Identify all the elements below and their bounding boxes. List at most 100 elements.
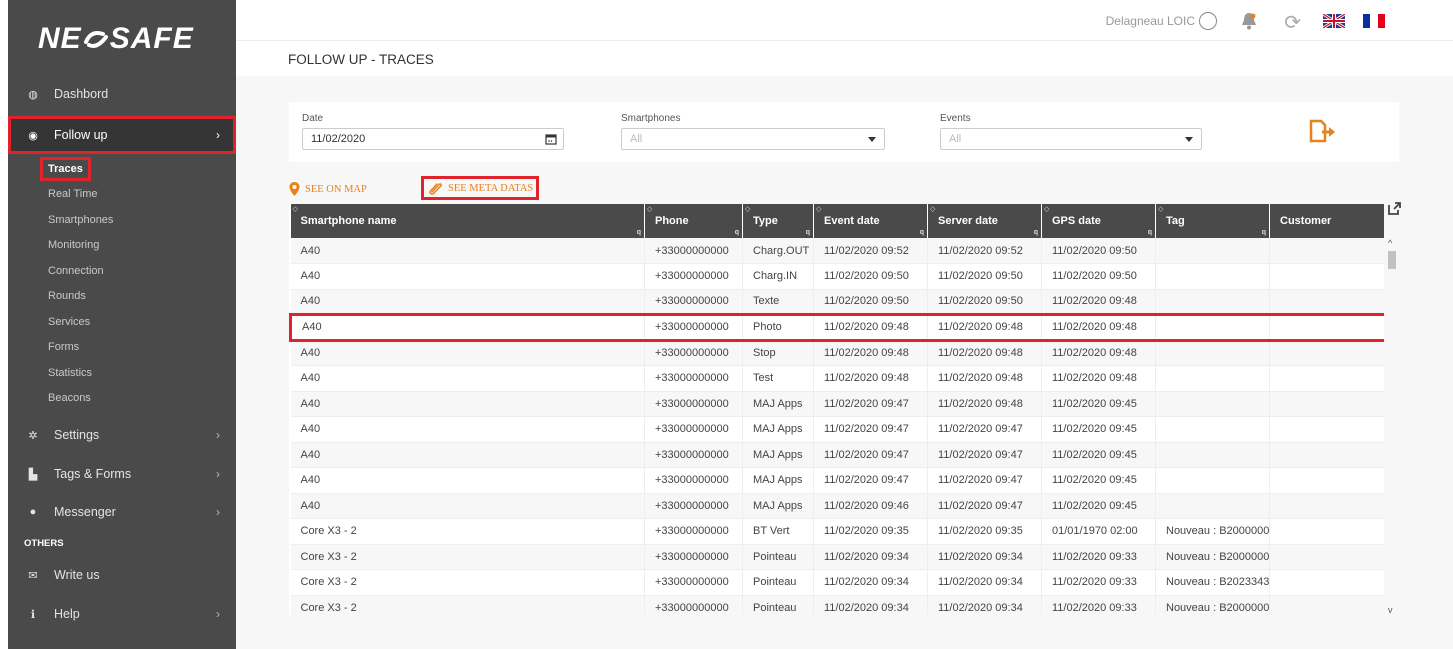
scrollbar-thumb[interactable] [1388,251,1396,269]
sidebar-item-label: Write us [54,568,100,582]
sort-icon[interactable]: ◇ [647,205,652,213]
table-cell: MAJ Apps [742,416,814,443]
table-cell: 11/02/2020 09:48 [927,391,1042,417]
table-cell [1269,518,1384,545]
table-cell: Photo [742,313,814,342]
search-icon[interactable]: q [1148,229,1152,236]
table-cell: 11/02/2020 09:46 [813,493,928,519]
table-cell: 11/02/2020 09:48 [927,365,1042,392]
calendar-icon[interactable] [545,133,557,145]
table-cell: Test [742,365,814,392]
search-icon[interactable]: q [920,229,924,236]
table-scrollbar[interactable]: ^ v [1386,238,1398,615]
sidebar-item-help[interactable]: ℹ Help › [8,595,236,633]
export-icon[interactable] [1308,119,1336,143]
table-row[interactable]: A40 +33000000000 MAJ Apps 11/02/2020 09:46 1… [290,493,1384,519]
uk-flag-icon[interactable] [1323,14,1345,28]
popout-icon[interactable] [1387,202,1401,216]
user-avatar-icon[interactable] [1199,12,1217,30]
sidebar-subitem-forms[interactable]: Forms [8,335,236,361]
events-select[interactable]: All [940,128,1202,150]
date-input[interactable]: 11/02/2020 [302,128,564,150]
france-flag-icon[interactable] [1363,14,1385,28]
search-icon[interactable]: q [806,229,810,236]
sidebar-item-messenger[interactable]: ● Messenger › [8,493,236,531]
table-row[interactable]: A40 +33000000000 Texte 11/02/2020 09:50 11/0… [290,289,1384,315]
column-header[interactable]: GPS date ◇ q [1041,204,1156,238]
see-on-map-link[interactable]: SEE ON MAP [289,182,367,196]
table-header-row: Smartphone name ◇ q Phone ◇ q Type ◇ q Event date… [290,204,1384,238]
events-label: Events [940,113,971,124]
sort-icon[interactable]: ◇ [1044,205,1049,213]
table-cell: 11/02/2020 09:48 [927,340,1042,366]
refresh-icon[interactable]: ⟳ [1284,10,1301,35]
table-row[interactable]: A40 +33000000000 MAJ Apps 11/02/2020 09:47 1… [290,391,1384,417]
column-header-label: Phone [655,215,689,227]
sidebar-subitem-beacons[interactable]: Beacons [8,386,236,412]
search-icon[interactable]: q [637,229,641,236]
table-row[interactable]: A40 +33000000000 Photo 11/02/2020 09:48 11/0… [289,313,1384,342]
scroll-down-icon[interactable]: v [1388,605,1393,615]
sidebar-item-tags-forms[interactable]: ▙ Tags & Forms › [8,455,236,493]
sidebar-subitem-services[interactable]: Services [8,309,236,335]
sidebar-subitem-monitoring[interactable]: Monitoring [8,233,236,259]
table-cell: 11/02/2020 09:33 [1041,569,1156,596]
table-cell: A40 [290,263,645,290]
user-name[interactable]: Delagneau LOIC [1106,14,1195,28]
bell-icon[interactable] [1241,12,1257,30]
sort-icon[interactable]: ◇ [745,205,750,213]
table-cell: Charg.OUT [742,238,814,264]
table-cell: 11/02/2020 09:33 [1041,595,1156,615]
paperclip-icon [429,183,442,195]
sidebar-subitem-smartphones[interactable]: Smartphones [8,207,236,233]
column-header[interactable]: Type ◇ q [742,204,814,238]
search-icon[interactable]: q [735,229,739,236]
table-row[interactable]: A40 +33000000000 MAJ Apps 11/02/2020 09:47 1… [290,442,1384,468]
sidebar-subitem-traces[interactable]: Traces [8,156,236,182]
scroll-up-icon[interactable]: ^ [1388,238,1392,248]
column-header[interactable]: Event date ◇ q [813,204,928,238]
table-row[interactable]: Core X3 - 2 +33000000000 Pointeau 11/02/202… [290,595,1384,615]
table-row[interactable]: A40 +33000000000 MAJ Apps 11/02/2020 09:47 1… [290,416,1384,443]
others-section-label: OTHERS [24,537,64,549]
table-cell: 11/02/2020 09:47 [813,442,928,468]
chevron-right-icon: › [216,428,220,442]
table-row[interactable]: A40 +33000000000 MAJ Apps 11/02/2020 09:47 1… [290,467,1384,494]
sidebar-subitem-statistics[interactable]: Statistics [8,360,236,386]
column-header[interactable]: Customer [1269,204,1384,238]
sidebar-subitem-connection[interactable]: Connection [8,258,236,284]
table-row[interactable]: A40 +33000000000 Stop 11/02/2020 09:48 11/02… [290,340,1384,366]
sidebar-item-write-us[interactable]: ✉ Write us [8,555,236,595]
sidebar-item-settings[interactable]: ✲ Settings › [8,415,236,455]
sidebar-subitem-real-time[interactable]: Real Time [8,182,236,208]
search-icon[interactable]: q [1262,229,1266,236]
see-meta-datas-link[interactable]: SEE META DATAS [420,176,540,200]
table-row[interactable]: Core X3 - 2 +33000000000 Pointeau 11/02/202… [290,544,1384,570]
table-row[interactable]: A40 +33000000000 Test 11/02/2020 09:48 11/02… [290,365,1384,392]
search-icon[interactable]: q [1034,229,1038,236]
column-header[interactable]: Tag ◇ q [1155,204,1270,238]
table-row[interactable]: Core X3 - 2 +33000000000 Pointeau 11/02/202… [290,569,1384,596]
table-row[interactable]: A40 +33000000000 Charg.IN 11/02/2020 09:50 1… [290,263,1384,290]
smartphones-select[interactable]: All [621,128,885,150]
table-row[interactable]: Core X3 - 2 +33000000000 BT Vert 11/02/2020… [290,518,1384,545]
table-cell: +33000000000 [644,313,743,342]
column-header[interactable]: Server date ◇ q [927,204,1042,238]
sidebar-subitem-rounds[interactable]: Rounds [8,284,236,310]
chevron-right-icon: › [216,505,220,519]
sort-icon[interactable]: ◇ [1158,205,1163,213]
neosafe-logo[interactable]: NE SAFE [8,0,236,78]
sort-icon[interactable]: ◇ [293,205,298,213]
table-row[interactable]: A40 +33000000000 Charg.OUT 11/02/2020 09:52… [290,238,1384,264]
sidebar-item-dashbord[interactable]: ◍ Dashbord [8,76,236,112]
sort-icon[interactable]: ◇ [816,205,821,213]
column-header-label: Smartphone name [300,215,397,227]
table-cell: 11/02/2020 09:47 [813,467,928,494]
table-cell: 11/02/2020 09:34 [813,544,928,570]
column-header[interactable]: Phone ◇ q [644,204,743,238]
sort-icon[interactable]: ◇ [930,205,935,213]
gear-icon: ✲ [28,429,38,442]
sidebar-item-follow-up[interactable]: ◉ Follow up › [8,116,236,154]
sidebar-subitem-label: Monitoring [48,239,100,252]
column-header[interactable]: Smartphone name ◇ q [290,204,645,238]
